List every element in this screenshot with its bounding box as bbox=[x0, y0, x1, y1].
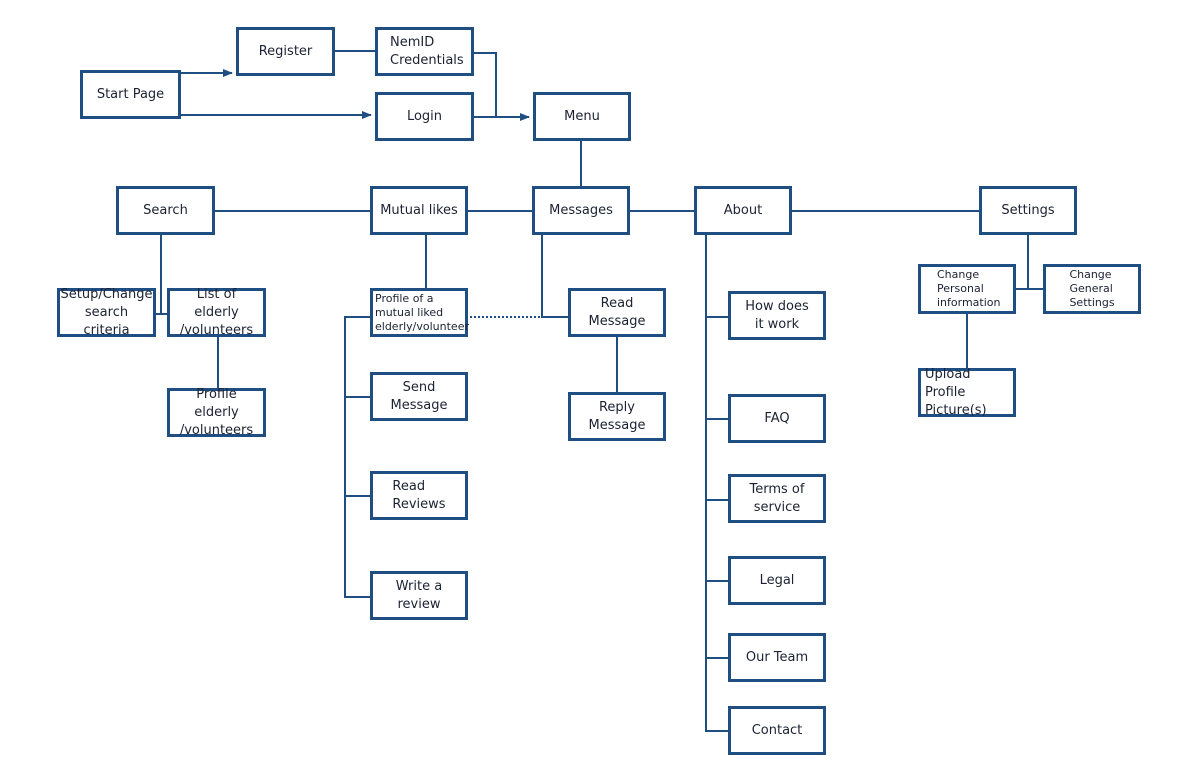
node-setup-search-criteria[interactable]: Setup/Change search criteria bbox=[57, 286, 156, 338]
node-read-message[interactable]: Read Message bbox=[568, 288, 666, 337]
node-legal[interactable]: Legal bbox=[728, 556, 826, 605]
node-faq[interactable]: FAQ bbox=[728, 394, 826, 443]
node-label: Messages bbox=[549, 202, 613, 218]
node-mutual-likes[interactable]: Mutual likes bbox=[370, 186, 468, 235]
node-messages[interactable]: Messages bbox=[532, 186, 630, 235]
node-list-elderly[interactable]: List of elderly /volunteers bbox=[167, 286, 266, 338]
node-label: Register bbox=[258, 43, 313, 59]
node-register[interactable]: Register bbox=[236, 27, 335, 76]
node-label: Menu bbox=[564, 108, 600, 124]
node-login[interactable]: Login bbox=[375, 92, 474, 141]
node-write-review[interactable]: Write a review bbox=[370, 571, 468, 620]
node-label: About bbox=[723, 202, 763, 218]
node-label: Send Message bbox=[390, 379, 448, 413]
node-label: Mutual likes bbox=[380, 202, 458, 218]
node-contact[interactable]: Contact bbox=[728, 706, 826, 755]
node-our-team[interactable]: Our Team bbox=[728, 633, 826, 682]
node-send-message[interactable]: Send Message bbox=[370, 372, 468, 421]
node-label: Upload Profile Picture(s) bbox=[925, 366, 987, 418]
node-change-personal-information[interactable]: Change Personal information bbox=[918, 264, 1016, 314]
node-terms-of-service[interactable]: Terms of service bbox=[728, 474, 826, 523]
node-change-general-settings[interactable]: Change General Settings bbox=[1043, 264, 1141, 314]
node-label: NemID Credentials bbox=[390, 34, 464, 68]
node-read-reviews[interactable]: Read Reviews bbox=[370, 471, 468, 520]
node-upload-profile-picture[interactable]: Upload Profile Picture(s) bbox=[918, 366, 1016, 418]
node-reply-message[interactable]: Reply Message bbox=[568, 392, 666, 441]
node-label: Our Team bbox=[745, 649, 809, 665]
edge-about-branch bbox=[705, 235, 728, 732]
node-menu[interactable]: Menu bbox=[533, 92, 631, 141]
node-label: Settings bbox=[1001, 202, 1055, 218]
node-profile-elderly[interactable]: Profile elderly /volunteers bbox=[167, 386, 266, 438]
node-label: Setup/Change search criteria bbox=[60, 286, 153, 338]
node-label: Change General Settings bbox=[1069, 268, 1115, 309]
edge-messages-read bbox=[541, 235, 568, 318]
node-label: FAQ bbox=[764, 410, 790, 426]
edge-profile-branch bbox=[344, 316, 370, 598]
node-search[interactable]: Search bbox=[116, 186, 215, 235]
node-label: Legal bbox=[759, 572, 795, 588]
node-label: Search bbox=[143, 202, 188, 218]
node-label: Reply Message bbox=[588, 399, 646, 433]
node-label: Read Message bbox=[588, 295, 646, 329]
node-label: Profile of a mutual liked elderly/volunt… bbox=[375, 291, 469, 333]
edge-nemid-menu bbox=[474, 52, 497, 117]
node-label: Write a review bbox=[395, 578, 443, 612]
node-profile-mutual[interactable]: Profile of a mutual liked elderly/volunt… bbox=[370, 288, 469, 337]
node-label: List of elderly /volunteers bbox=[179, 286, 254, 338]
node-start-page[interactable]: Start Page bbox=[80, 70, 181, 119]
node-label: Change Personal information bbox=[937, 268, 1001, 309]
node-label: How does it work bbox=[745, 298, 809, 332]
node-how-does-it-work[interactable]: How does it work bbox=[728, 291, 826, 340]
node-label: Profile elderly /volunteers bbox=[179, 386, 254, 438]
node-label: Contact bbox=[751, 722, 803, 738]
node-about[interactable]: About bbox=[694, 186, 792, 235]
node-label: Login bbox=[406, 108, 443, 124]
node-label: Terms of service bbox=[749, 481, 805, 515]
node-nemid-credentials[interactable]: NemID Credentials bbox=[375, 27, 474, 76]
node-settings[interactable]: Settings bbox=[979, 186, 1077, 235]
node-label: Start Page bbox=[96, 86, 165, 102]
node-label: Read Reviews bbox=[392, 478, 446, 512]
